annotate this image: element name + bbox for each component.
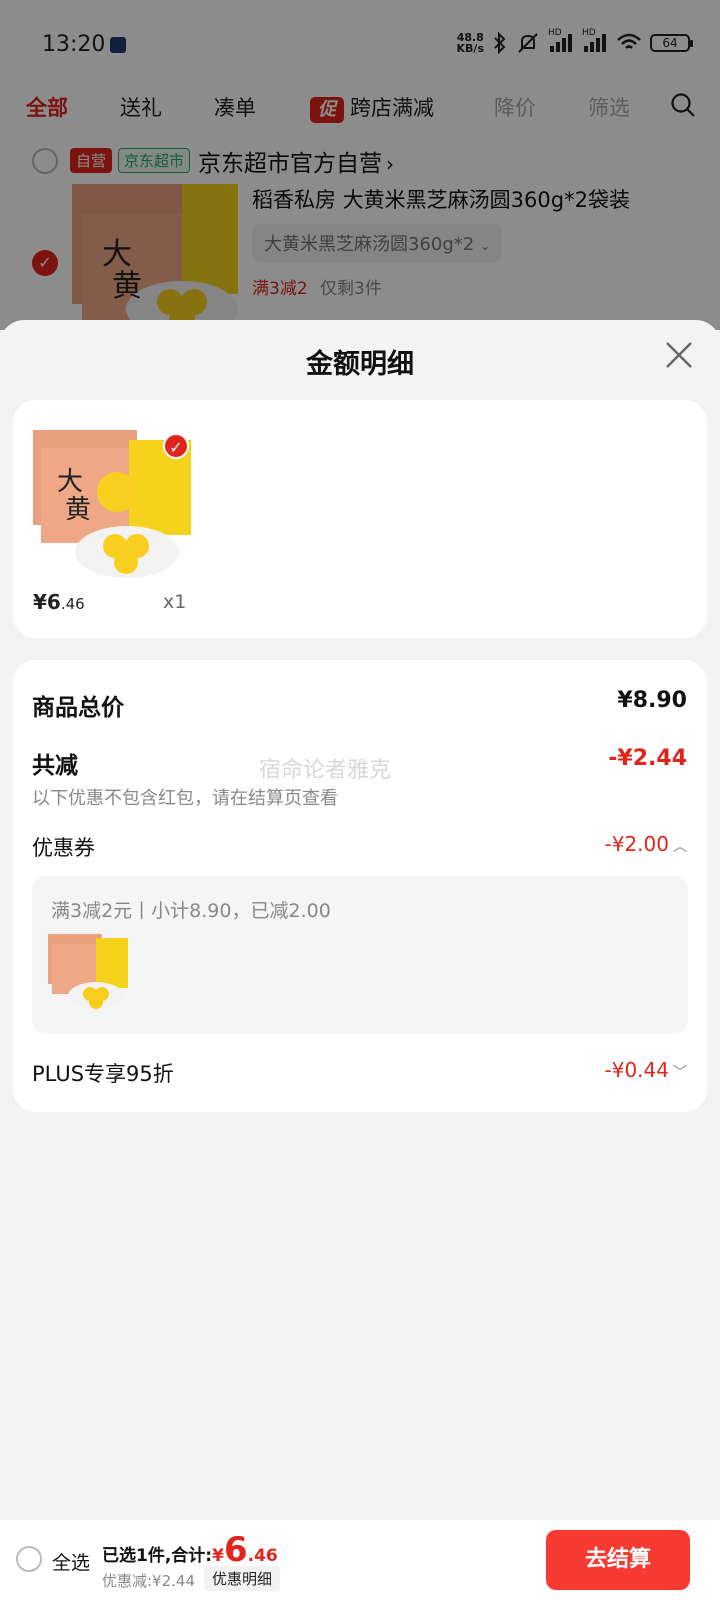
chevron-down-icon: ﹀ (673, 1064, 687, 1081)
coupon-toggle[interactable]: -¥2.00 ︿ (605, 832, 687, 856)
coupon-detail-text: 满3减2元丨小计8.90，已减2.00 (51, 900, 331, 922)
total-price-value: ¥8.90 (617, 688, 687, 713)
select-all-label[interactable]: 全选 (52, 1548, 90, 1575)
reduction-note: 以下优惠不包含红包，请在结算页查看 (32, 788, 338, 809)
checkout-bar: 全选 已选1件,合计:¥6.46 优惠减:¥2.44 优惠明细 去结算 (0, 1520, 720, 1600)
svg-text:大: 大 (57, 467, 83, 497)
total-summary: 已选1件,合计:¥6.46 (102, 1530, 278, 1570)
plus-discount-label: PLUS专享95折 (32, 1062, 174, 1086)
close-icon[interactable] (664, 340, 694, 370)
coupon-label: 优惠券 (32, 836, 95, 860)
modal-overlay[interactable] (0, 0, 720, 330)
product-price: ¥6.46 (33, 590, 85, 614)
discount-summary: 优惠减:¥2.44 (102, 1572, 195, 1590)
discount-detail-button[interactable]: 优惠明细 (204, 1566, 281, 1591)
price-breakdown-card: 商品总价 ¥8.90 共减 宿命论者雅克 -¥2.44 以下优惠不包含红包，请在… (13, 660, 707, 1112)
total-reduction-value: -¥2.44 (608, 746, 687, 771)
chevron-up-icon: ︿ (673, 838, 687, 855)
coupon-product-thumbnail (48, 934, 128, 1010)
checkout-button[interactable]: 去结算 (546, 1530, 690, 1590)
select-all-radio[interactable] (16, 1546, 42, 1572)
amount-detail-sheet: 金额明细 大 黄 ✓ ¥6.46 x1 商品总价 ¥8.90 共减 宿命论者雅克… (0, 320, 720, 1520)
watermark: 宿命论者雅克 (259, 758, 392, 783)
plus-discount-toggle[interactable]: -¥0.44 ﹀ (605, 1058, 687, 1082)
svg-text:黄: 黄 (65, 495, 91, 525)
sheet-title: 金额明细 (306, 349, 414, 380)
total-reduction-label: 共减 (32, 753, 78, 779)
selected-products-card: 大 黄 ✓ ¥6.46 x1 (13, 400, 707, 638)
product-quantity: x1 (163, 591, 187, 613)
coupon-detail-box: 满3减2元丨小计8.90，已减2.00 (32, 876, 688, 1034)
product-selected-check-icon: ✓ (163, 433, 189, 459)
total-price-label: 商品总价 (32, 695, 124, 721)
